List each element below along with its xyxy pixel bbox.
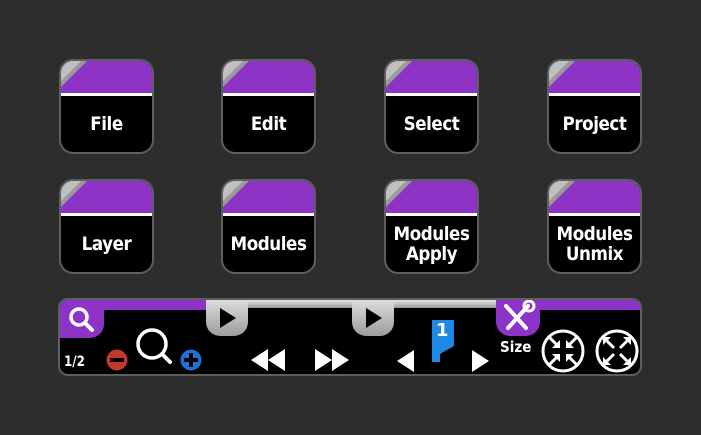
size-label: Size (500, 338, 532, 356)
tile-label-modules-apply: Modules Apply (393, 223, 470, 265)
plus-circle-icon (179, 348, 203, 372)
play-button-2[interactable] (352, 300, 394, 336)
menu-tile-file[interactable]: File (59, 59, 154, 154)
triangle-right-icon (472, 350, 489, 372)
search-icon (69, 307, 94, 332)
fast-forward-icon (315, 349, 349, 371)
tile-label-file: File (90, 113, 123, 135)
menu-tile-modules[interactable]: Modules (221, 179, 316, 274)
page-corner-highlight (549, 181, 569, 201)
minus-circle-icon (105, 348, 129, 372)
triangle-left-icon (397, 350, 414, 372)
play-icon (366, 308, 382, 328)
marker-number: 1 (436, 320, 449, 341)
menu-tile-edit[interactable]: Edit (221, 59, 316, 154)
menu-tile-layer[interactable]: Layer (59, 179, 154, 274)
page-corner-highlight (386, 61, 406, 81)
expand-arrows-icon (595, 329, 639, 373)
search-tab[interactable] (60, 300, 104, 338)
magnifier-icon (136, 328, 172, 364)
rewind-button[interactable] (248, 346, 288, 374)
menu-tile-modules-apply[interactable]: Modules Apply (384, 179, 479, 274)
wrench-screwdriver-icon (504, 300, 536, 330)
page-corner-highlight (61, 181, 81, 201)
page-corner-highlight (386, 181, 406, 201)
tile-label-layer: Layer (81, 233, 132, 255)
next-button[interactable] (468, 348, 492, 374)
navigation-toolbar: 1/2 1 Size (58, 298, 642, 376)
shrink-arrows-icon (541, 329, 585, 373)
page-corner-highlight (223, 61, 243, 81)
tile-label-select: Select (403, 113, 460, 135)
tools-tab[interactable] (496, 300, 540, 336)
fast-forward-button[interactable] (312, 346, 352, 374)
previous-button[interactable] (394, 348, 418, 374)
menu-tile-select[interactable]: Select (384, 59, 479, 154)
page-corner-highlight (61, 61, 81, 81)
expand-button[interactable] (594, 328, 640, 374)
marker-flag[interactable]: 1 (430, 320, 456, 362)
menu-tile-modules-unmix[interactable]: Modules Unmix (547, 179, 642, 274)
zoom-out-button[interactable] (104, 347, 130, 373)
page-corner-highlight (223, 181, 243, 201)
page-corner-highlight (549, 61, 569, 81)
zoom-icon (132, 326, 176, 370)
zoom-in-button[interactable] (178, 347, 204, 373)
tile-label-modules-unmix: Modules Unmix (556, 223, 633, 265)
rewind-icon (251, 349, 285, 371)
shrink-button[interactable] (540, 328, 586, 374)
tile-label-project: Project (562, 113, 627, 135)
play-button-1[interactable] (206, 300, 248, 336)
tile-label-edit: Edit (250, 113, 287, 135)
menu-tile-project[interactable]: Project (547, 59, 642, 154)
play-icon (220, 308, 236, 328)
page-indicator: 1/2 (64, 354, 85, 370)
tile-label-modules: Modules (230, 233, 307, 255)
